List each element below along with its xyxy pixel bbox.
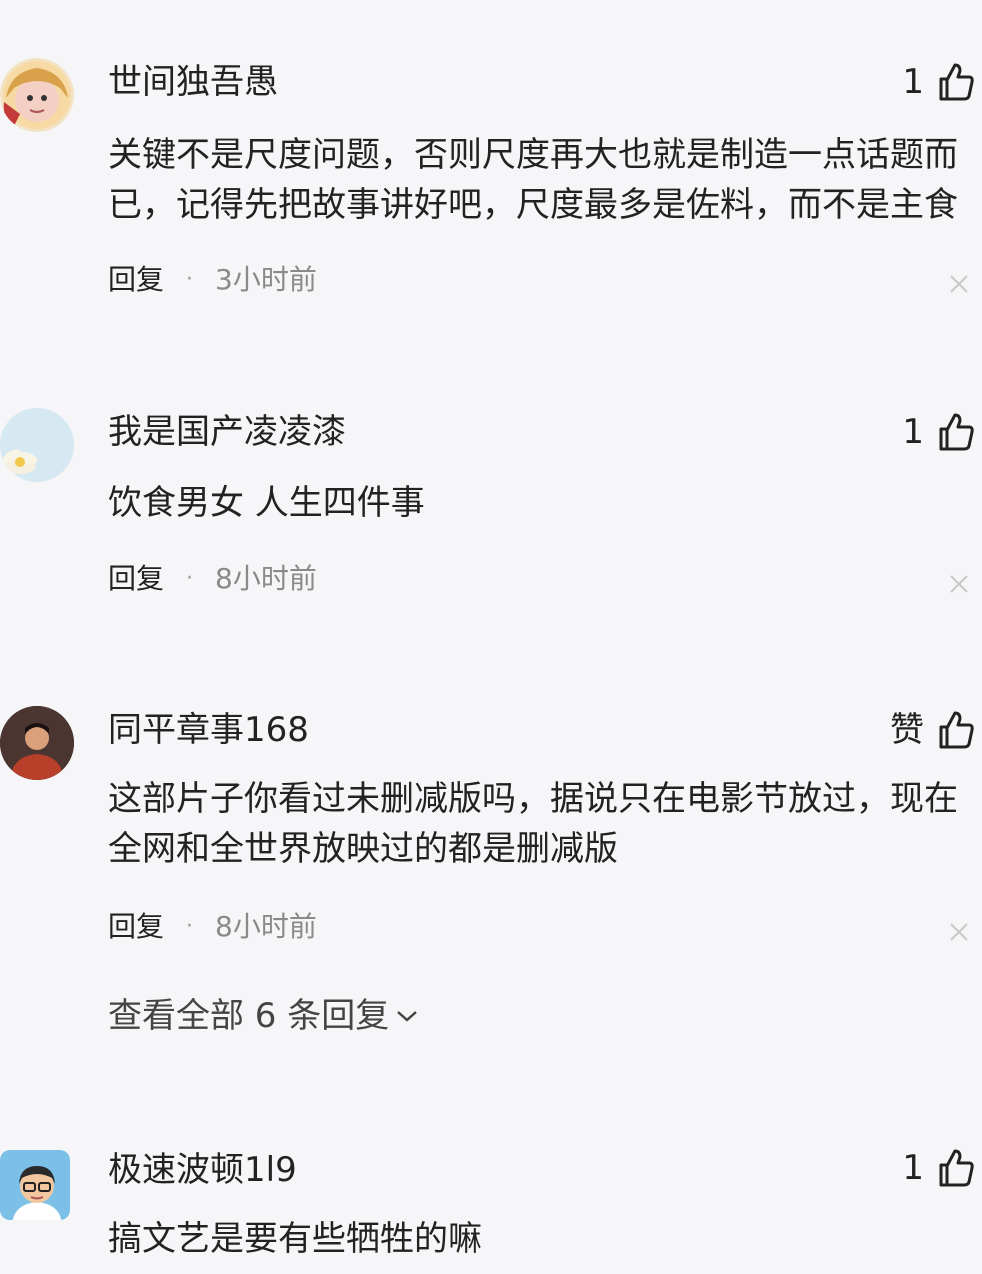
separator-dot: ·	[186, 267, 194, 292]
view-all-replies-label: 查看全部 6 条回复	[108, 996, 390, 1036]
close-icon[interactable]	[948, 921, 970, 943]
comment-meta: 回复 · 8小时前	[108, 909, 317, 945]
timestamp: 8小时前	[215, 562, 317, 595]
thumbs-up-icon	[939, 63, 974, 101]
like-count: 1	[902, 412, 924, 452]
separator-dot: ·	[186, 566, 194, 591]
like-button[interactable]: 赞	[890, 708, 976, 752]
comment-text-line: 搞文艺是要有些牺牲的嘛	[108, 1219, 482, 1259]
thumbs-up-icon	[939, 1149, 974, 1187]
avatar-image	[0, 408, 74, 482]
comment-text-line: 关键不是尺度问题，否则尺度再大也就是制造一点话题而	[108, 135, 958, 175]
avatar[interactable]	[0, 706, 74, 780]
close-icon[interactable]	[948, 573, 970, 595]
username[interactable]: 世间独吾愚	[108, 62, 278, 102]
like-count: 赞	[890, 710, 924, 750]
comment-text-line: 已，记得先把故事讲好吧，尺度最多是佐料，而不是主食	[108, 185, 958, 225]
separator-dot: ·	[186, 914, 194, 939]
comment-meta: 回复 · 3小时前	[108, 262, 317, 298]
avatar-image	[0, 706, 74, 780]
avatar-image	[0, 1150, 70, 1220]
comment-text-line: 这部片子你看过未删减版吗，据说只在电影节放过，现在	[108, 779, 958, 819]
avatar[interactable]	[0, 408, 74, 482]
comment-text-line: 饮食男女 人生四件事	[108, 483, 425, 523]
like-button[interactable]: 1	[902, 60, 976, 104]
reply-button[interactable]: 回复	[108, 909, 164, 945]
like-count: 1	[902, 1148, 924, 1188]
avatar[interactable]	[0, 1150, 70, 1220]
timestamp: 3小时前	[215, 263, 317, 296]
reply-button[interactable]: 回复	[108, 262, 164, 298]
timestamp: 8小时前	[215, 910, 317, 943]
chevron-down-icon	[397, 1011, 418, 1022]
username[interactable]: 我是国产凌凌漆	[108, 412, 346, 452]
username[interactable]: 同平章事168	[108, 710, 309, 750]
avatar-image	[0, 58, 74, 132]
comment-meta: 回复 · 8小时前	[108, 561, 317, 597]
comment-text-line: 全网和全世界放映过的都是删减版	[108, 829, 618, 869]
like-button[interactable]: 1	[902, 1146, 976, 1190]
avatar[interactable]	[0, 58, 74, 132]
close-icon[interactable]	[948, 273, 970, 295]
reply-button[interactable]: 回复	[108, 561, 164, 597]
like-count: 1	[902, 62, 924, 102]
thumbs-up-icon	[939, 413, 974, 451]
thumbs-up-icon	[939, 711, 974, 749]
username[interactable]: 极速波顿1l9	[108, 1150, 297, 1190]
view-all-replies-button[interactable]: 查看全部 6 条回复	[108, 996, 419, 1036]
like-button[interactable]: 1	[902, 410, 976, 454]
